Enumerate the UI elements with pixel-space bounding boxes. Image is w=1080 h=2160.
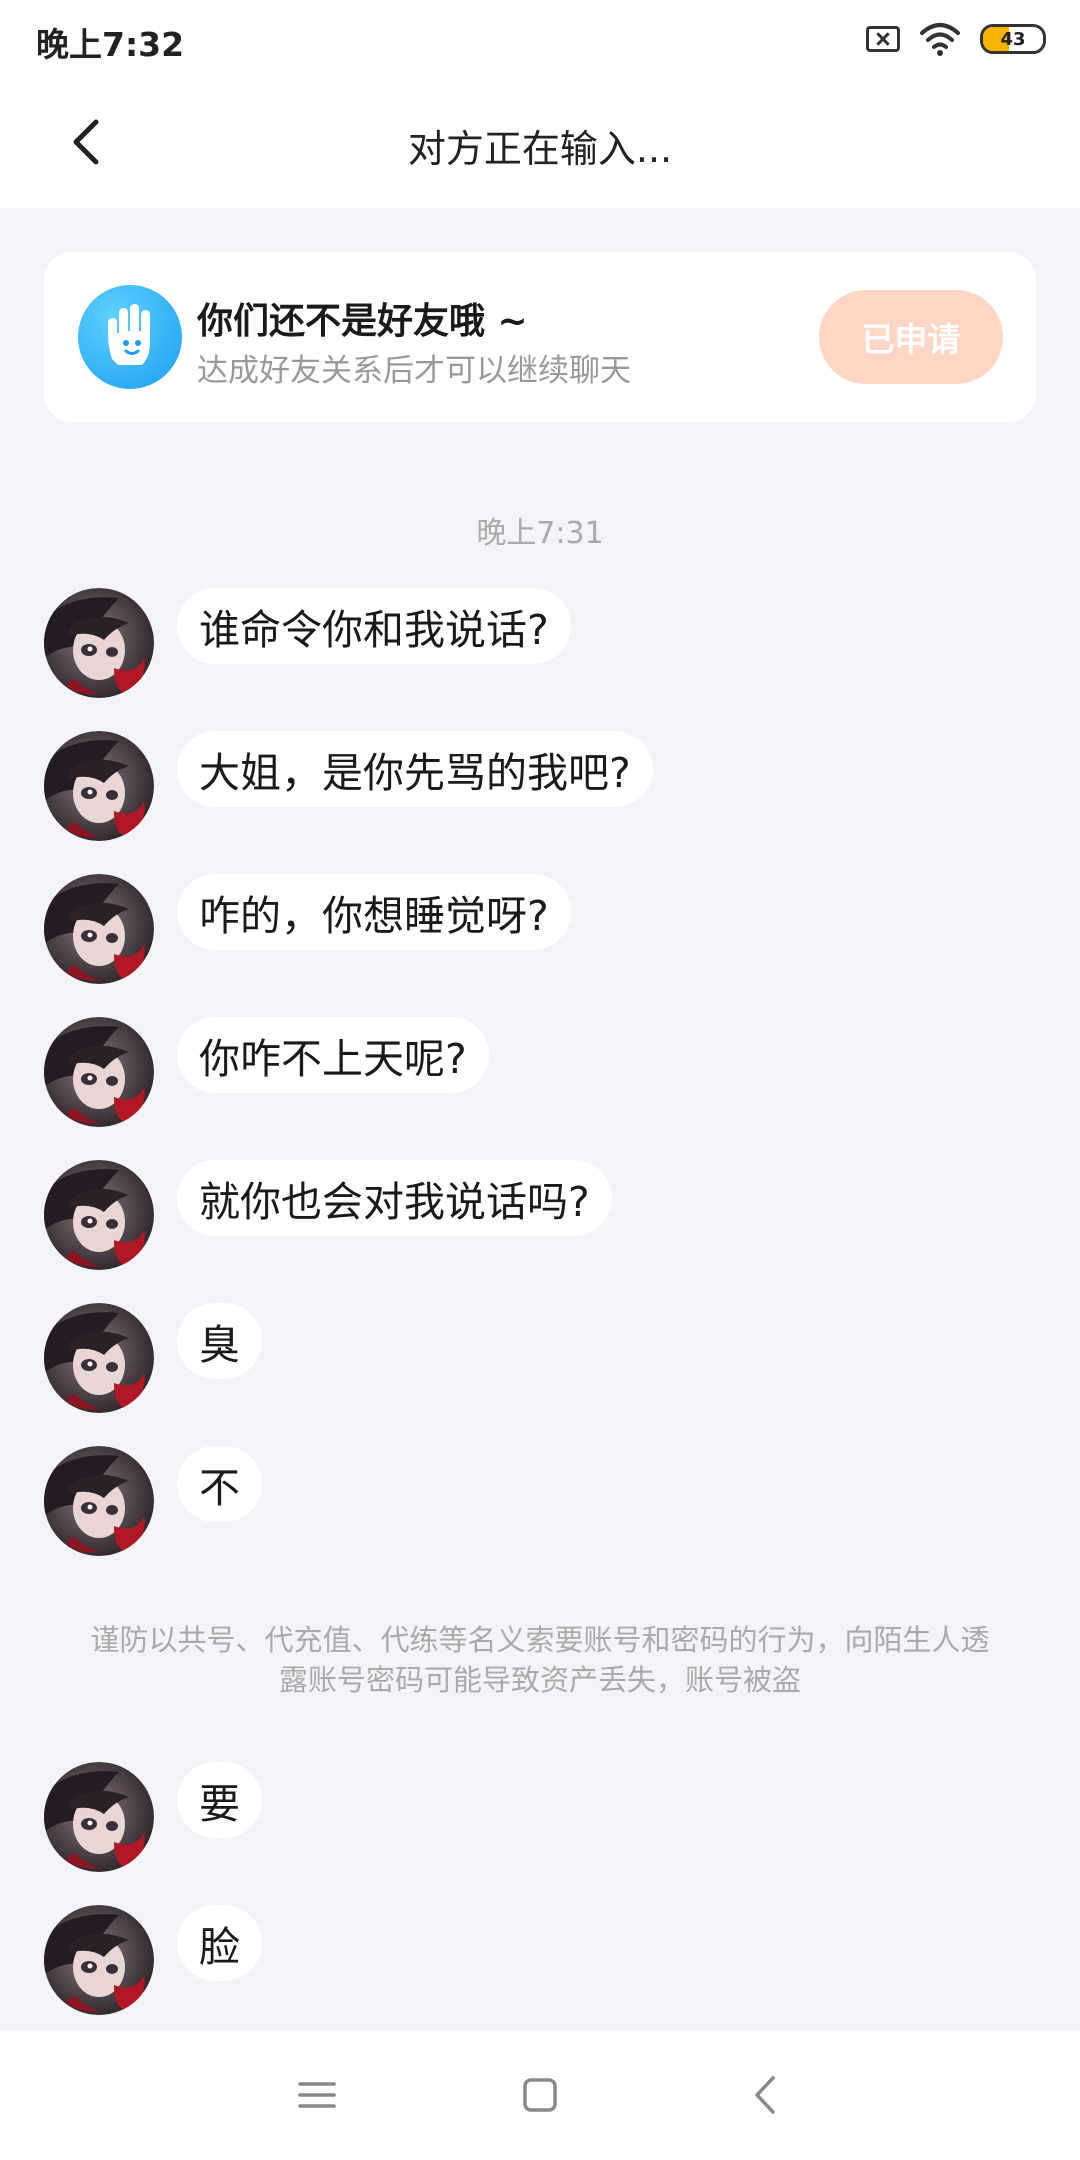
message-bubble[interactable]: 你咋不上天呢? (177, 1017, 489, 1093)
no-sim-icon (866, 26, 900, 52)
waving-hand-icon (78, 285, 182, 389)
system-nav-bar (0, 2030, 1080, 2160)
status-bar: 晚上7:32 43 (0, 0, 1080, 78)
not-friends-subtitle: 达成好友关系后才可以继续聊天 (197, 353, 631, 389)
avatar[interactable] (44, 1905, 154, 2015)
battery-level: 43 (1000, 28, 1026, 50)
applied-button[interactable]: 已申请 (819, 290, 1003, 384)
avatar[interactable] (44, 1446, 154, 1556)
avatar[interactable] (44, 1017, 154, 1127)
avatar[interactable] (44, 874, 154, 984)
avatar[interactable] (44, 1762, 154, 1872)
not-friends-card: 你们还不是好友哦 ~ 达成好友关系后才可以继续聊天 已申请 (44, 252, 1036, 422)
message-bubble[interactable]: 谁命令你和我说话? (177, 588, 571, 664)
status-time: 晚上7:32 (36, 25, 185, 64)
typing-status-title: 对方正在输入... (407, 127, 673, 171)
wifi-icon (920, 23, 960, 56)
message-timestamp: 晚上7:31 (476, 516, 604, 551)
message-bubble[interactable]: 大姐，是你先骂的我吧? (177, 731, 653, 807)
battery-icon: 43 (980, 24, 1046, 54)
back-nav-icon[interactable] (743, 2070, 793, 2120)
message-bubble[interactable]: 脸 (177, 1905, 262, 1981)
not-friends-title: 你们还不是好友哦 ~ (197, 301, 528, 342)
safety-notice: 谨防以共号、代充值、代练等名义索要账号和密码的行为，向陌生人透露账号密码可能导致… (90, 1623, 990, 1697)
avatar[interactable] (44, 1160, 154, 1270)
home-icon[interactable] (515, 2070, 565, 2120)
menu-icon[interactable] (292, 2070, 342, 2120)
status-icons: 43 (866, 18, 1046, 60)
message-bubble[interactable]: 咋的，你想睡觉呀? (177, 874, 571, 950)
avatar[interactable] (44, 1303, 154, 1413)
message-bubble[interactable]: 要 (177, 1762, 262, 1838)
message-bubble[interactable]: 臭 (177, 1303, 262, 1379)
chat-header: 对方正在输入... (0, 78, 1080, 208)
avatar[interactable] (44, 731, 154, 841)
message-bubble[interactable]: 就你也会对我说话吗? (177, 1160, 612, 1236)
avatar[interactable] (44, 588, 154, 698)
message-bubble[interactable]: 不 (177, 1446, 262, 1522)
